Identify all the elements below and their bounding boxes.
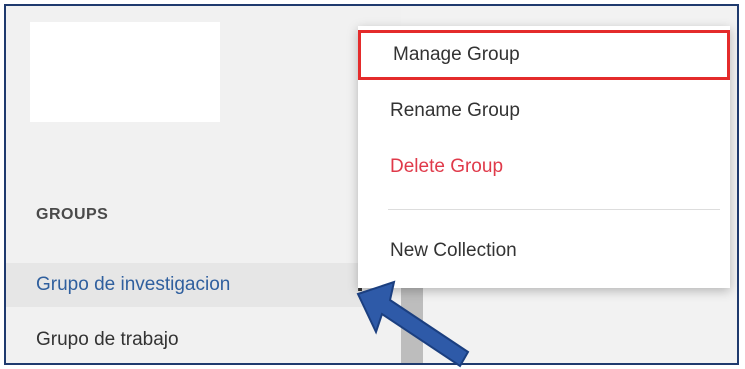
group-item-grupo-de-investigacion[interactable]: Grupo de investigacion [6, 263, 386, 307]
logo-placeholder [30, 22, 220, 122]
annotation-arrow-icon [356, 280, 470, 368]
manage-group-menu-item[interactable]: Manage Group [358, 30, 730, 80]
delete-group-menu-item[interactable]: Delete Group [358, 142, 730, 192]
menu-divider [388, 209, 720, 210]
group-label: Grupo de trabajo [36, 329, 179, 350]
group-label: Grupo de investigacion [36, 274, 231, 295]
sidebar: GROUPS Grupo de investigacion ⋮ Grupo de… [6, 6, 401, 363]
group-context-menu: Manage Group Rename Group Delete Group N… [358, 26, 730, 288]
groups-heading: GROUPS [36, 206, 109, 223]
rename-group-menu-item[interactable]: Rename Group [358, 86, 730, 136]
group-item-grupo-de-trabajo[interactable]: Grupo de trabajo [6, 318, 386, 362]
new-collection-menu-item[interactable]: New Collection [358, 226, 730, 276]
